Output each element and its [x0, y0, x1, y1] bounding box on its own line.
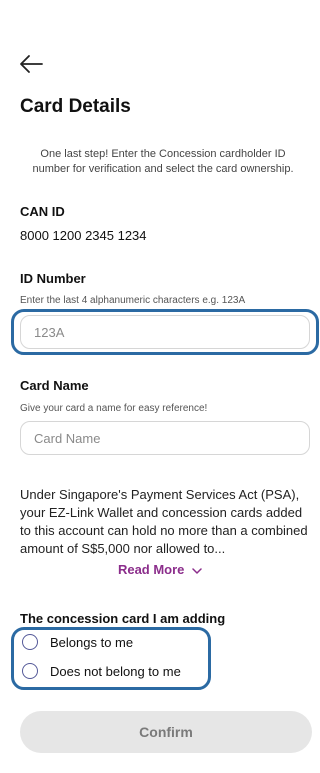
ownership-label: The concession card I am adding [20, 611, 226, 626]
can-id-label: CAN ID [20, 204, 65, 219]
read-more-label: Read More [117, 562, 185, 577]
arrow-left-icon [20, 55, 43, 73]
radio-label: Belongs to me [50, 634, 134, 650]
page-title: Card Details [20, 96, 131, 117]
card-name-field[interactable] [20, 421, 310, 455]
radio-label: Does not belong to me [50, 663, 181, 679]
id-number-field[interactable] [20, 315, 310, 349]
id-number-hint: Enter the last 4 alphanumeric characters… [20, 295, 246, 306]
radio-belongs-to-me[interactable]: Belongs to me [22, 634, 133, 650]
confirm-button[interactable]: Confirm [20, 711, 312, 753]
psa-notice: Under Singapore's Payment Services Act (… [20, 487, 308, 556]
radio-does-not-belong-to-me[interactable]: Does not belong to me [22, 663, 181, 679]
radio-circle-icon[interactable] [22, 663, 38, 679]
can-id-value: 8000 1200 2345 1234 [20, 228, 147, 243]
radio-circle-icon[interactable] [22, 634, 38, 650]
card-name-label: Card Name [20, 378, 89, 393]
id-number-label: ID Number [20, 271, 86, 286]
read-more-link[interactable]: Read More [0, 562, 320, 577]
intro-text: One last step! Enter the Concession card… [32, 148, 294, 175]
chevron-down-icon [192, 567, 202, 574]
card-name-hint: Give your card a name for easy reference… [20, 403, 208, 414]
back-button[interactable] [18, 52, 46, 76]
card-name-input[interactable] [21, 422, 309, 454]
id-number-input[interactable] [21, 316, 309, 348]
